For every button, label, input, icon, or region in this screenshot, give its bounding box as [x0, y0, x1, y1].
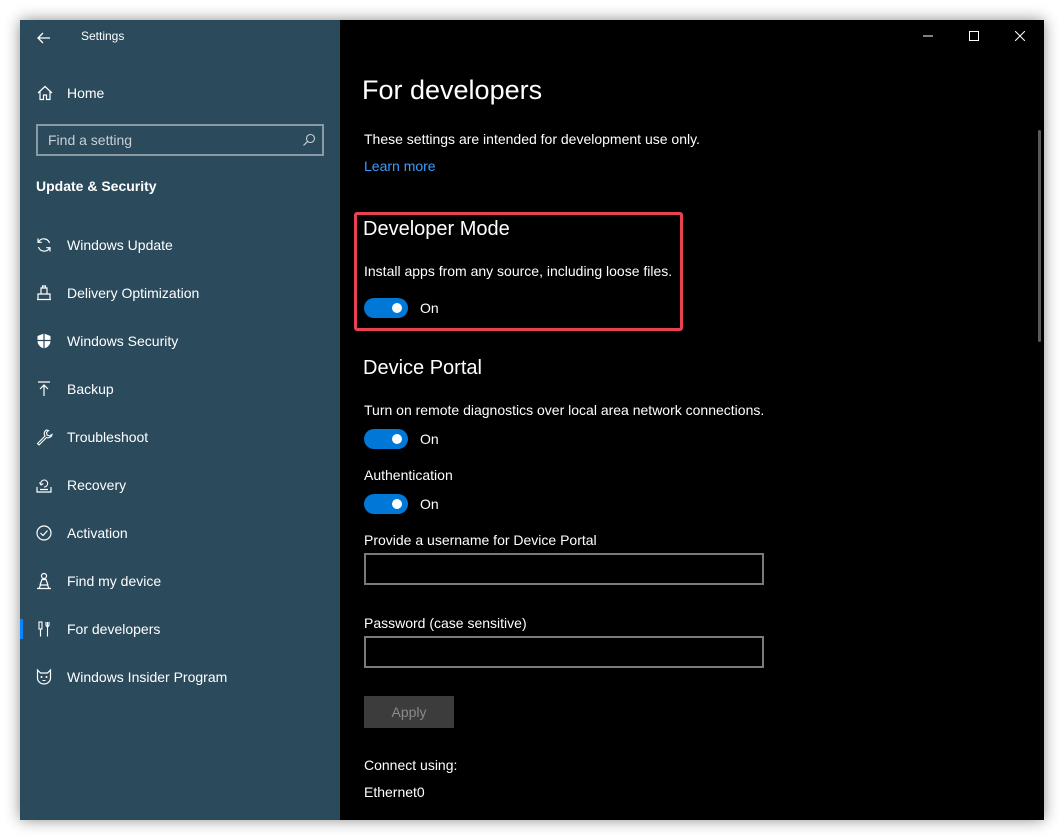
close-button[interactable]: [997, 20, 1043, 52]
close-icon: [1015, 31, 1025, 41]
sidebar-item-label: Windows Security: [67, 333, 179, 349]
back-arrow-icon: [37, 32, 51, 44]
username-label: Provide a username for Device Portal: [364, 532, 597, 548]
sidebar-item-troubleshoot[interactable]: Troubleshoot: [20, 416, 340, 464]
username-field[interactable]: [364, 553, 764, 585]
toggle-knob: [392, 303, 402, 313]
learn-more-link[interactable]: Learn more: [364, 158, 436, 174]
sidebar-item-label: Activation: [67, 525, 128, 541]
intro-text: These settings are intended for developm…: [364, 131, 700, 147]
developer-mode-heading: Developer Mode: [363, 218, 510, 240]
sidebar-item-windows-update[interactable]: Windows Update: [20, 224, 340, 272]
sidebar-item-windows-insider-program[interactable]: Windows Insider Program: [20, 656, 340, 704]
sidebar-item-label: Recovery: [67, 477, 127, 493]
sidebar-item-label: Windows Update: [67, 237, 173, 253]
section-title: Update & Security: [36, 178, 157, 194]
sidebar-item-recovery[interactable]: Recovery: [20, 464, 340, 512]
password-label: Password (case sensitive): [364, 615, 527, 631]
home-icon: [36, 84, 54, 102]
app-title: Settings: [81, 29, 125, 43]
minimize-button[interactable]: [905, 20, 951, 52]
toggle-knob: [392, 499, 402, 509]
upload-arrow-icon: [35, 380, 53, 398]
sidebar-item-label: For developers: [67, 621, 161, 637]
wrench-icon: [35, 428, 53, 446]
sidebar-item-label: Delivery Optimization: [67, 285, 200, 301]
sidebar-item-backup[interactable]: Backup: [20, 368, 340, 416]
sidebar: Settings Home Update & Security Windows …: [20, 20, 340, 820]
sidebar-item-delivery-optimization[interactable]: Delivery Optimization: [20, 272, 340, 320]
toggle-state-label: On: [420, 496, 439, 512]
sidebar-item-label: Home: [67, 85, 105, 101]
sidebar-item-label: Windows Insider Program: [67, 669, 228, 685]
apply-button[interactable]: Apply: [364, 696, 454, 728]
toggle-switch[interactable]: [364, 494, 408, 514]
sidebar-item-for-developers[interactable]: For developers: [20, 608, 340, 656]
toggle-switch[interactable]: [364, 429, 408, 449]
sidebar-item-activation[interactable]: Activation: [20, 512, 340, 560]
minimize-icon: [923, 31, 933, 41]
sidebar-nav: Windows Update Delivery Optimization Win…: [20, 224, 340, 704]
shield-icon: [35, 332, 53, 350]
authentication-label: Authentication: [364, 467, 453, 483]
authentication-toggle[interactable]: On: [364, 494, 439, 514]
refresh-icon: [35, 236, 53, 254]
password-field[interactable]: [364, 636, 764, 668]
search-input[interactable]: [38, 126, 288, 154]
toggle-switch[interactable]: [364, 298, 408, 318]
sidebar-item-find-my-device[interactable]: Find my device: [20, 560, 340, 608]
scrollbar[interactable]: [1038, 130, 1041, 342]
sidebar-item-label: Troubleshoot: [67, 429, 149, 445]
page-title: For developers: [362, 75, 543, 105]
developer-mode-description: Install apps from any source, including …: [364, 263, 673, 279]
connect-using-label: Connect using:: [364, 757, 458, 773]
maximize-button[interactable]: [951, 20, 997, 52]
toggle-state-label: On: [420, 300, 439, 316]
sidebar-item-windows-security[interactable]: Windows Security: [20, 320, 340, 368]
insider-cat-icon: [35, 668, 53, 686]
settings-window: Settings Home Update & Security Windows …: [20, 20, 1044, 820]
sidebar-item-label: Find my device: [67, 573, 162, 589]
main-content: For developers These settings are intend…: [340, 20, 1044, 820]
device-portal-description: Turn on remote diagnostics over local ar…: [364, 402, 765, 418]
device-portal-heading: Device Portal: [363, 357, 482, 379]
back-button[interactable]: [30, 24, 58, 52]
check-circle-icon: [35, 524, 53, 542]
toggle-knob: [392, 434, 402, 444]
maximize-icon: [969, 31, 979, 41]
recovery-icon: [35, 476, 53, 494]
delivery-optimization-icon: [35, 284, 53, 302]
developer-mode-toggle[interactable]: On: [364, 298, 439, 318]
device-portal-toggle[interactable]: On: [364, 429, 439, 449]
sidebar-item-label: Backup: [67, 381, 114, 397]
connect-using-value: Ethernet0: [364, 784, 425, 800]
sidebar-item-home[interactable]: Home: [20, 78, 340, 108]
search-box: [36, 124, 324, 156]
search-icon[interactable]: [302, 133, 316, 147]
developer-tools-icon: [35, 620, 53, 638]
person-location-icon: [35, 572, 53, 590]
toggle-state-label: On: [420, 431, 439, 447]
